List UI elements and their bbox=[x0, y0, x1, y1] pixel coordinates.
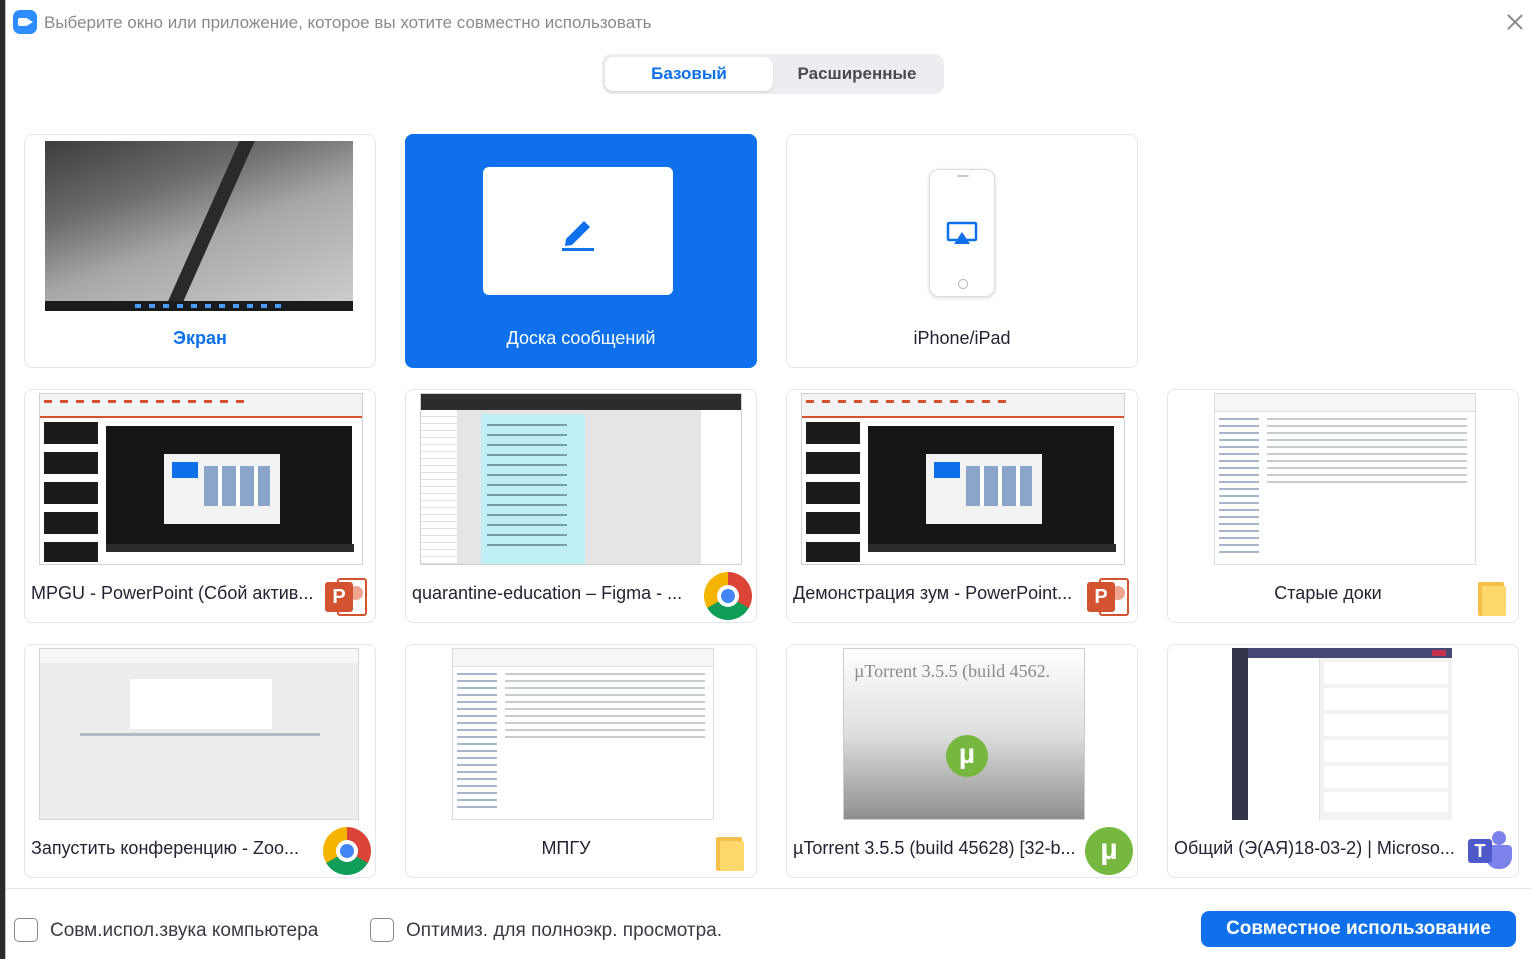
share-screen-window: Выберите окно или приложение, которое вы… bbox=[5, 0, 1531, 959]
window-thumbnail bbox=[39, 393, 363, 565]
powerpoint-icon bbox=[323, 572, 371, 620]
phone-thumbnail bbox=[929, 169, 995, 297]
source-label: Демонстрация зум - PowerPoint... bbox=[793, 583, 1073, 603]
window-thumbnail: µTorrent 3.5.5 (build 4562. bbox=[843, 648, 1085, 820]
utorrent-icon bbox=[1085, 827, 1133, 875]
folder-icon bbox=[704, 827, 752, 875]
source-card-window[interactable]: МПГУ bbox=[405, 644, 757, 878]
source-card-window[interactable]: MPGU - PowerPoint (Сбой актив... bbox=[24, 389, 376, 623]
folder-icon bbox=[1466, 572, 1514, 620]
source-label: МПГУ bbox=[541, 838, 591, 858]
whiteboard-thumbnail bbox=[483, 167, 673, 295]
source-label: quarantine-education – Figma - ... bbox=[412, 583, 683, 603]
share-mode-tabs: Базовый Расширенные bbox=[602, 54, 944, 94]
screen-thumbnail bbox=[45, 141, 353, 311]
pencil-icon bbox=[562, 221, 594, 251]
close-button[interactable] bbox=[1501, 8, 1529, 36]
tab-advanced[interactable]: Расширенные bbox=[773, 57, 941, 91]
chrome-icon bbox=[323, 827, 371, 875]
zoom-app-icon bbox=[13, 10, 37, 34]
window-thumbnail bbox=[1232, 648, 1452, 820]
optimize-video-label: Оптимиз. для полноэкр. просмотра. bbox=[406, 920, 723, 941]
source-label: µTorrent 3.5.5 (build 45628) [32-b... bbox=[793, 838, 1076, 858]
source-card-window[interactable]: Общий (Э(АЯ)18-03-2) | Microso... bbox=[1167, 644, 1519, 878]
source-card-whiteboard[interactable]: Доска сообщений bbox=[405, 134, 757, 368]
source-card-window[interactable]: quarantine-education – Figma - ... bbox=[405, 389, 757, 623]
window-thumbnail bbox=[39, 648, 359, 820]
share-button[interactable]: Совместное использование bbox=[1201, 911, 1516, 947]
source-card-window[interactable]: Запустить конференцию - Zoo... bbox=[24, 644, 376, 878]
source-card-iphone-ipad[interactable]: iPhone/iPad bbox=[786, 134, 1138, 368]
source-label: Экран bbox=[173, 328, 227, 348]
title-bar: Выберите окно или приложение, которое вы… bbox=[6, 0, 1531, 44]
optimize-video-checkbox[interactable] bbox=[370, 918, 394, 942]
thumbnail-title: µTorrent 3.5.5 (build 4562. bbox=[854, 661, 1051, 681]
source-label: Доска сообщений bbox=[506, 328, 656, 348]
source-card-window[interactable]: µTorrent 3.5.5 (build 4562. µTorrent 3.5… bbox=[786, 644, 1138, 878]
teams-icon bbox=[1466, 827, 1514, 875]
window-title: Выберите окно или приложение, которое вы… bbox=[44, 13, 652, 32]
source-label: Запустить конференцию - Zoo... bbox=[31, 838, 300, 858]
utorrent-logo-icon bbox=[946, 735, 988, 777]
share-sound-checkbox[interactable] bbox=[14, 918, 38, 942]
window-thumbnail bbox=[452, 648, 714, 820]
chrome-icon bbox=[704, 572, 752, 620]
source-label: MPGU - PowerPoint (Сбой актив... bbox=[31, 583, 314, 603]
share-sound-label: Совм.испол.звука компьютера bbox=[50, 920, 319, 941]
source-label: Старые доки bbox=[1274, 583, 1382, 603]
window-thumbnail bbox=[420, 393, 742, 565]
airplay-icon bbox=[946, 221, 978, 244]
powerpoint-icon bbox=[1085, 572, 1133, 620]
source-card-window[interactable]: Демонстрация зум - PowerPoint... bbox=[786, 389, 1138, 623]
window-thumbnail bbox=[1214, 393, 1476, 565]
tab-basic[interactable]: Базовый bbox=[605, 57, 773, 91]
source-card-screen[interactable]: Экран bbox=[24, 134, 376, 368]
source-label: Общий (Э(АЯ)18-03-2) | Microso... bbox=[1174, 838, 1455, 858]
source-label: iPhone/iPad bbox=[913, 328, 1011, 348]
footer-bar: Совм.испол.звука компьютера Оптимиз. для… bbox=[6, 888, 1531, 959]
window-thumbnail bbox=[801, 393, 1125, 565]
source-card-window[interactable]: Старые доки bbox=[1167, 389, 1519, 623]
